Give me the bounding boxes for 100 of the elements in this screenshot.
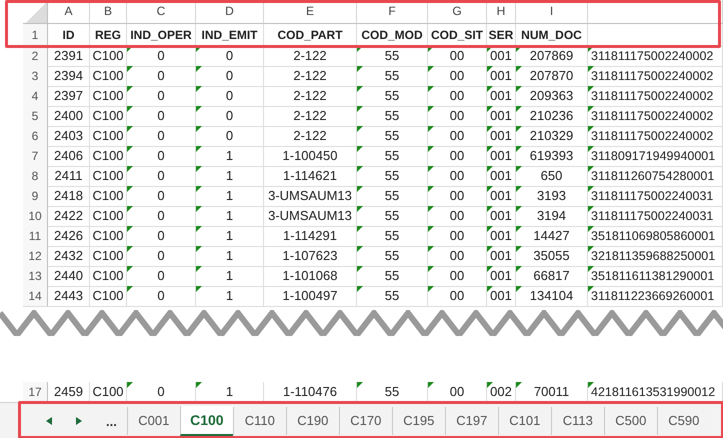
sheet-tab[interactable]: C590 [656, 407, 710, 435]
sheet-tab[interactable]: C113 [550, 407, 604, 435]
table-cell: C100 [90, 226, 127, 247]
table-cell: 1-107623 [264, 246, 357, 267]
table-cell: 207870 [516, 66, 588, 87]
table-cell: 14427 [516, 226, 588, 247]
table-cell: 55 [357, 226, 428, 247]
table-cell: 55 [357, 286, 428, 307]
table-cell: 55 [357, 46, 428, 67]
table-cell: 00 [428, 186, 487, 207]
table-cell: 0 [196, 86, 264, 107]
row-number: 5 [23, 106, 48, 127]
table-cell: 001 [487, 266, 516, 287]
table-cell: 0 [196, 106, 264, 127]
table-cell: 0 [127, 166, 196, 187]
column-header[interactable]: I [516, 0, 588, 24]
table-cell: 2459 [48, 382, 90, 403]
table-cell: 421811613531990012 [588, 382, 723, 403]
table-cell: 134104 [516, 286, 588, 307]
table-cell: 210236 [516, 106, 588, 127]
table-cell: 0 [127, 126, 196, 147]
table-cell: 55 [357, 206, 428, 227]
table-cell: 00 [428, 246, 487, 267]
table-cell: 619393 [516, 146, 588, 167]
column-header[interactable]: C [127, 0, 196, 24]
table-cell: 351811069805860001 [588, 226, 723, 247]
table-cell: C100 [90, 86, 127, 107]
table-cell: 3193 [516, 186, 588, 207]
table-cell: 351811611381290001 [588, 266, 723, 287]
table-cell: 311811260754280001 [588, 166, 723, 187]
column-header[interactable]: B [90, 0, 127, 24]
table-cell: C100 [90, 126, 127, 147]
table-cell: 55 [357, 86, 428, 107]
column-header[interactable]: H [487, 0, 516, 24]
table-cell: 2422 [48, 206, 90, 227]
table-cell: 2400 [48, 106, 90, 127]
table-cell: 2391 [48, 46, 90, 67]
sheet-tab[interactable]: C197 [444, 407, 498, 435]
table-cell: 55 [357, 106, 428, 127]
header-cell: REG [90, 24, 127, 47]
table-cell: 0 [127, 186, 196, 207]
column-header[interactable]: F [357, 0, 428, 24]
table-cell: 00 [428, 266, 487, 287]
table-cell: 0 [127, 46, 196, 67]
table-cell: 55 [357, 146, 428, 167]
sheet-tab[interactable]: C101 [498, 407, 551, 435]
more-sheets-button[interactable]: ... [106, 414, 117, 428]
table-cell: 311811175002240002 [588, 66, 723, 87]
table-cell: 55 [357, 166, 428, 187]
sheet-tab[interactable]: C100 [180, 406, 233, 436]
column-header[interactable] [588, 0, 723, 24]
table-cell: C100 [90, 206, 127, 227]
table-cell: 311811223669260001 [588, 286, 723, 307]
header-cell: SER [487, 24, 516, 47]
sheet-tab[interactable]: C170 [338, 407, 392, 435]
table-cell: 001 [487, 66, 516, 87]
header-cell: COD_SIT [428, 24, 487, 47]
table-cell: 55 [357, 266, 428, 287]
table-cell: 1 [196, 166, 264, 187]
table-cell: 001 [487, 46, 516, 67]
sheet-tab[interactable]: C500 [604, 407, 657, 435]
table-cell: 2411 [48, 166, 90, 187]
table-cell: 55 [357, 246, 428, 267]
row-number: 12 [23, 246, 48, 267]
table-cell: 2397 [48, 86, 90, 107]
table-cell: 001 [487, 226, 516, 247]
column-header[interactable]: E [264, 0, 357, 24]
column-header[interactable]: A [48, 0, 90, 24]
table-cell: 311809171949940001 [588, 146, 723, 167]
table-cell: 1 [196, 286, 264, 307]
sheet-tab[interactable]: C195 [392, 407, 445, 435]
row-number: 9 [23, 186, 48, 207]
table-cell: 311811175002240002 [588, 106, 723, 127]
scroll-left-icon[interactable] [46, 417, 52, 425]
table-cell: 1 [196, 382, 264, 403]
table-cell: 00 [428, 46, 487, 67]
table-cell: 2443 [48, 286, 90, 307]
sheet-tab[interactable]: C110 [232, 407, 286, 435]
table-cell: 0 [196, 126, 264, 147]
table-cell: 1-100450 [264, 146, 357, 167]
table-cell: 1-100497 [264, 286, 357, 307]
row-number: 17 [23, 382, 48, 403]
row-number: 13 [23, 266, 48, 287]
table-cell: 2432 [48, 246, 90, 267]
header-cell: COD_MOD [357, 24, 428, 47]
table-cell: 1-114291 [264, 226, 357, 247]
column-header[interactable]: G [428, 0, 487, 24]
table-cell: 0 [127, 286, 196, 307]
table-cell: 2426 [48, 226, 90, 247]
scroll-right-icon[interactable] [76, 417, 82, 425]
table-cell: 0 [196, 66, 264, 87]
table-cell: 001 [487, 106, 516, 127]
table-cell: 1 [196, 146, 264, 167]
table-cell: 001 [487, 286, 516, 307]
row-number: 6 [23, 126, 48, 147]
sheet-tab[interactable]: C190 [286, 407, 339, 435]
column-header[interactable]: D [196, 0, 264, 24]
table-cell: 001 [487, 246, 516, 267]
table-cell: 0 [127, 206, 196, 227]
row-number: 8 [23, 166, 48, 187]
